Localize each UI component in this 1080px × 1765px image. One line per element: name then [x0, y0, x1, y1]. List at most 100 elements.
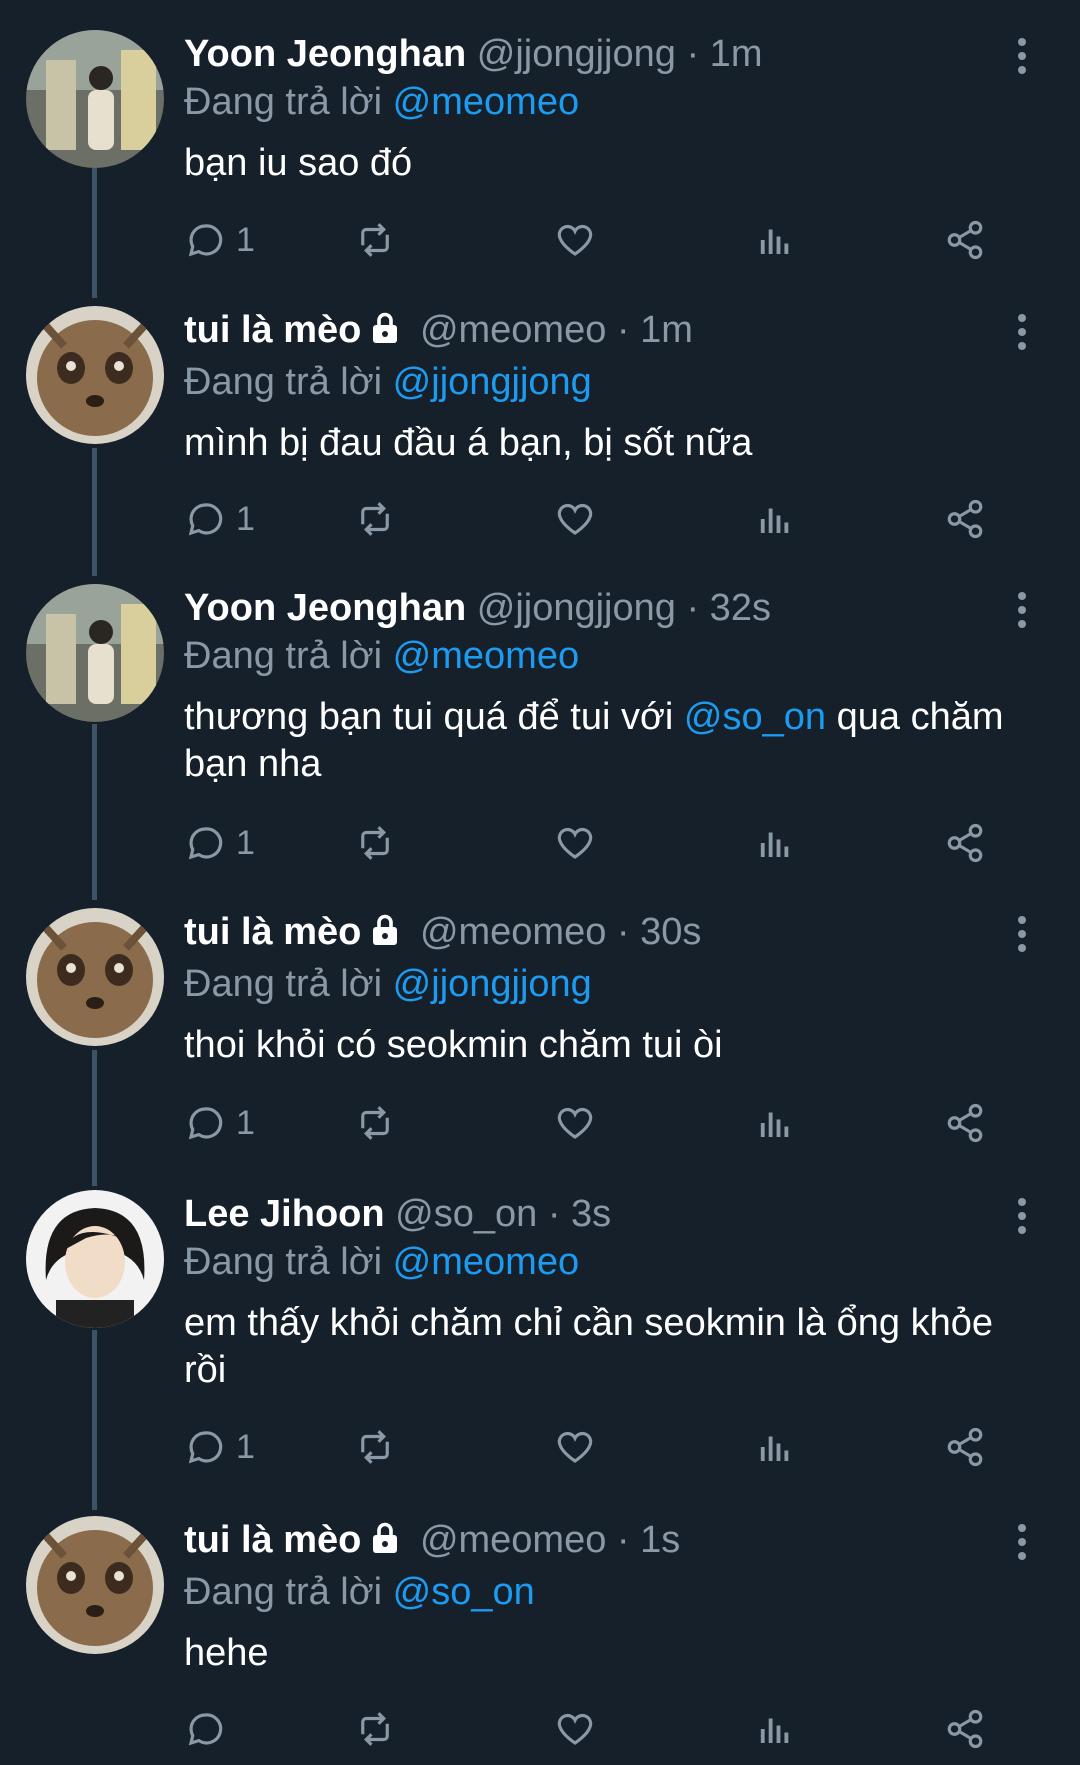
like-button[interactable] [554, 215, 596, 265]
timestamp[interactable]: · 30s [617, 911, 701, 953]
author-name[interactable]: tui là mèo [184, 309, 361, 351]
timestamp[interactable]: · 1m [617, 309, 693, 351]
thread-line [92, 724, 97, 900]
avatar[interactable] [26, 30, 164, 168]
reply-to-mention[interactable]: @meomeo [393, 81, 579, 123]
share-icon [947, 1709, 983, 1749]
retweet-icon [361, 826, 389, 860]
reply-to-mention[interactable]: @jjongjjong [393, 361, 592, 403]
reply-icon [188, 1107, 223, 1140]
tweet-text: bạn iu sao đó [184, 140, 1020, 187]
tweet-text: thương bạn tui quá để tui với @so_on qua… [184, 694, 1020, 788]
replying-label: Đang trả lời [184, 635, 383, 677]
more-icon[interactable] [1016, 1198, 1028, 1240]
retweet-button[interactable] [354, 818, 396, 868]
more-icon[interactable] [1016, 38, 1028, 80]
author-handle[interactable]: @jjongjjong [477, 587, 676, 629]
tweet-text: mình bị đau đầu á bạn, bị sốt nữa [184, 420, 1020, 467]
avatar[interactable] [26, 584, 164, 722]
reply-button[interactable]: 1 [184, 494, 255, 544]
tweet-text-part: mình bị đau đầu á bạn, bị sốt nữa [184, 422, 753, 464]
timestamp[interactable]: · 3s [548, 1193, 611, 1235]
author-name[interactable]: Lee Jihoon [184, 1193, 385, 1235]
reply-icon [188, 827, 223, 860]
reply-to-mention[interactable]: @so_on [393, 1571, 535, 1613]
reply-button[interactable]: 1 [184, 1422, 255, 1472]
views-button[interactable] [754, 494, 796, 544]
share-button[interactable] [944, 1422, 986, 1472]
author-handle[interactable]: @meomeo [420, 1519, 606, 1561]
views-button[interactable] [754, 1422, 796, 1472]
avatar[interactable] [26, 1516, 164, 1654]
author-handle[interactable]: @meomeo [420, 911, 606, 953]
author-handle[interactable]: @meomeo [420, 309, 606, 351]
views-button[interactable] [754, 1098, 796, 1148]
share-button[interactable] [944, 1704, 986, 1754]
replying-label: Đang trả lời [184, 1241, 383, 1283]
more-icon[interactable] [1016, 1524, 1028, 1566]
timestamp[interactable]: · 1m [686, 33, 762, 75]
avatar[interactable] [26, 306, 164, 444]
retweet-button[interactable] [354, 1098, 396, 1148]
author-handle[interactable]: @so_on [395, 1193, 537, 1235]
timestamp[interactable]: · 32s [686, 587, 770, 629]
like-button[interactable] [554, 1422, 596, 1472]
share-button[interactable] [944, 1098, 986, 1148]
reply-icon [188, 503, 223, 536]
share-button[interactable] [944, 818, 986, 868]
like-button[interactable] [554, 1704, 596, 1754]
views-icon [760, 1436, 789, 1461]
retweet-icon [361, 1430, 389, 1464]
views-button[interactable] [754, 818, 796, 868]
avatar[interactable] [26, 1190, 164, 1328]
reply-button[interactable]: 1 [184, 818, 255, 868]
avatar[interactable] [26, 908, 164, 1046]
share-icon [947, 499, 983, 539]
replying-label: Đang trả lời [184, 81, 383, 123]
like-button[interactable] [554, 818, 596, 868]
retweet-icon [361, 223, 389, 257]
reply-button[interactable]: 1 [184, 1098, 255, 1148]
author-name[interactable]: Yoon Jeonghan [184, 587, 466, 629]
more-icon[interactable] [1016, 916, 1028, 958]
reply-icon [188, 1713, 223, 1746]
action-bar [184, 1704, 1024, 1754]
more-icon[interactable] [1016, 314, 1028, 356]
like-button[interactable] [554, 494, 596, 544]
author-name[interactable]: Yoon Jeonghan [184, 33, 466, 75]
heart-icon [557, 1107, 593, 1139]
retweet-button[interactable] [354, 1704, 396, 1754]
share-button[interactable] [944, 494, 986, 544]
author-name[interactable]: tui là mèo [184, 1519, 361, 1561]
views-button[interactable] [754, 215, 796, 265]
timestamp[interactable]: · 1s [617, 1519, 680, 1561]
heart-icon [557, 1431, 593, 1463]
action-bar: 1 [184, 215, 1024, 265]
reply-button[interactable] [184, 1704, 236, 1754]
reply-count: 1 [236, 1103, 255, 1142]
share-icon [947, 823, 983, 863]
tweet-mention[interactable]: @so_on [684, 696, 826, 738]
reply-to-mention[interactable]: @jjongjjong [393, 963, 592, 1005]
retweet-button[interactable] [354, 215, 396, 265]
thread-line [92, 1050, 97, 1186]
retweet-button[interactable] [354, 494, 396, 544]
retweet-button[interactable] [354, 1422, 396, 1472]
thread-line [92, 1330, 97, 1510]
reply-button[interactable]: 1 [184, 215, 255, 265]
replying-label: Đang trả lời [184, 361, 383, 403]
share-button[interactable] [944, 215, 986, 265]
reply-to-mention[interactable]: @meomeo [393, 1241, 579, 1283]
more-icon[interactable] [1016, 592, 1028, 634]
author-handle[interactable]: @jjongjjong [477, 33, 676, 75]
replying-label: Đang trả lời [184, 1571, 383, 1613]
views-icon [760, 832, 789, 857]
retweet-icon [361, 1106, 389, 1140]
views-button[interactable] [754, 1704, 796, 1754]
like-button[interactable] [554, 1098, 596, 1148]
reply-to-mention[interactable]: @meomeo [393, 635, 579, 677]
tweet-text-part: bạn iu sao đó [184, 142, 413, 184]
tweet-text-part: thoi khỏi có seokmin chăm tui òi [184, 1024, 723, 1066]
heart-icon [557, 1713, 593, 1745]
author-name[interactable]: tui là mèo [184, 911, 361, 953]
